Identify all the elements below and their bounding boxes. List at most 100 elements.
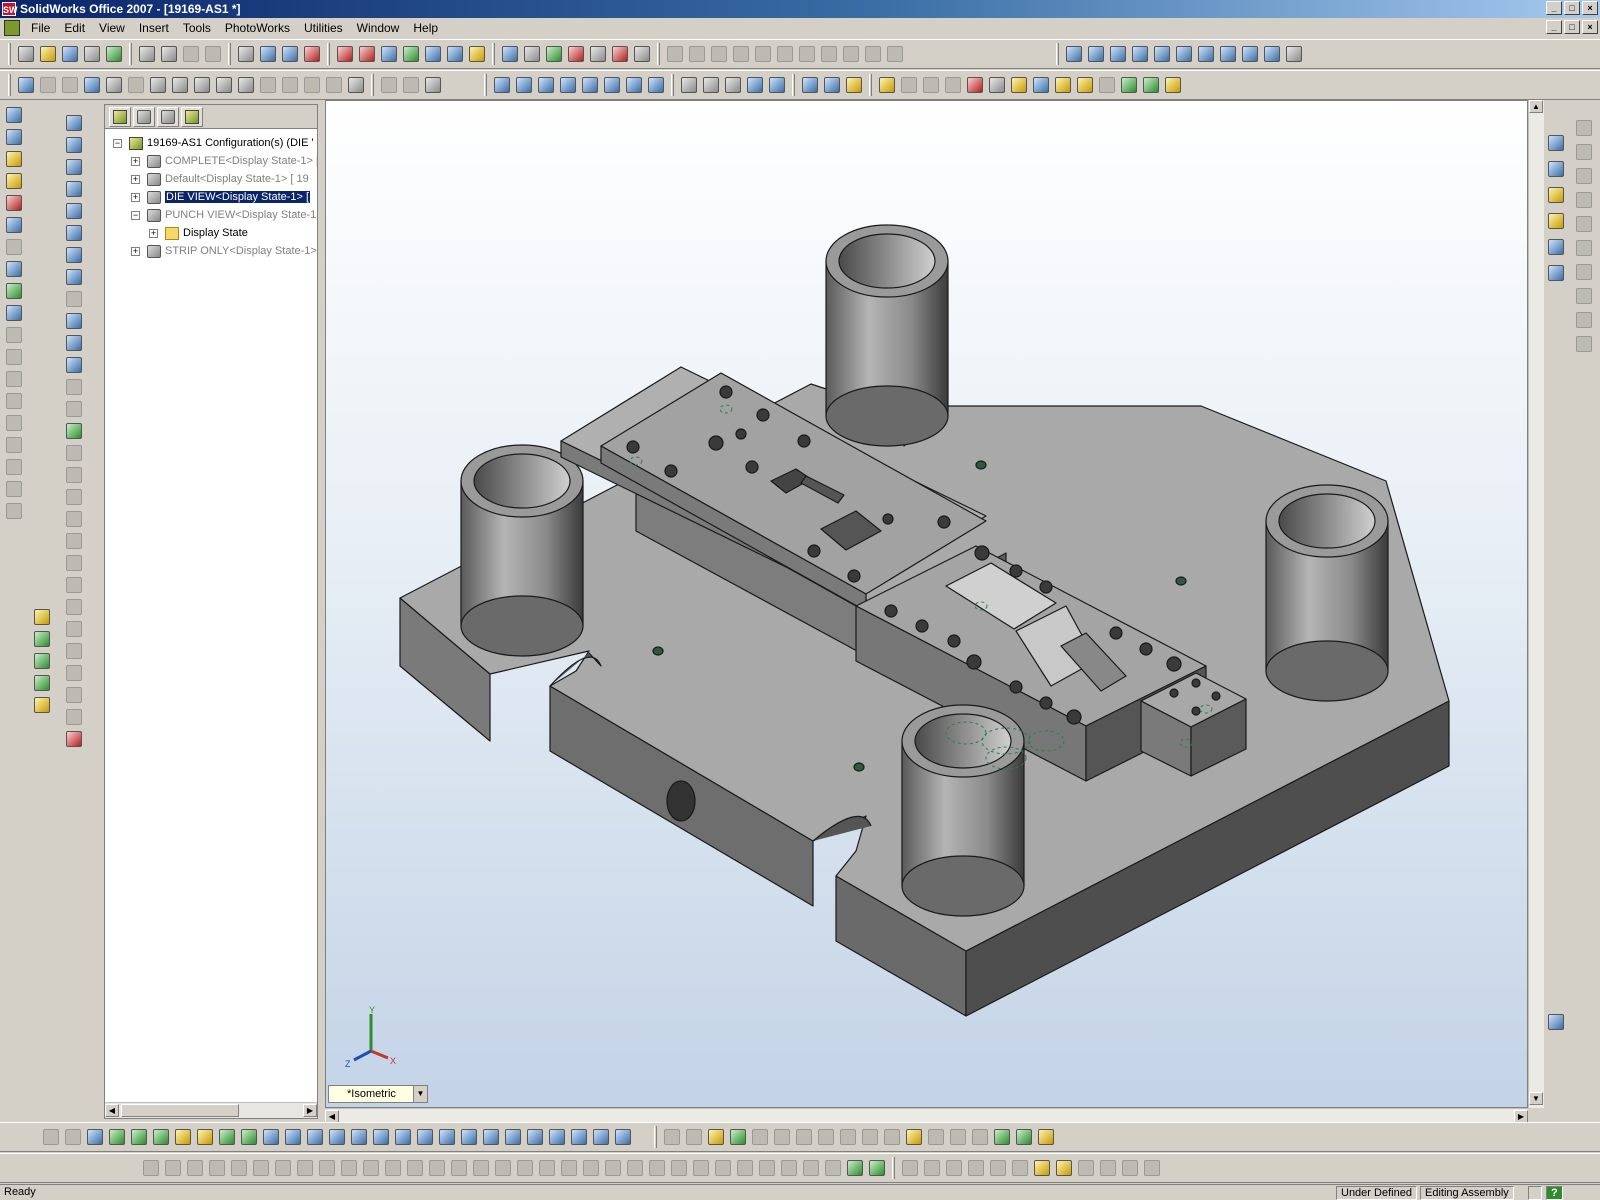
block-icon[interactable] bbox=[403, 77, 419, 93]
texture-icon[interactable] bbox=[359, 46, 375, 62]
sheetmetal-tool-icon[interactable] bbox=[561, 1160, 577, 1176]
die-set-model[interactable] bbox=[326, 101, 1528, 1108]
gtol-icon[interactable] bbox=[194, 77, 210, 93]
assembly-tool-icon[interactable] bbox=[527, 1129, 543, 1145]
mold-tool-icon[interactable] bbox=[6, 349, 22, 365]
mold-tool-icon[interactable] bbox=[6, 503, 22, 519]
mold-tool-icon[interactable] bbox=[6, 459, 22, 475]
fillet-icon[interactable] bbox=[66, 291, 82, 307]
tree-item-default[interactable]: + Default<Display State-1> [ 19 bbox=[105, 171, 317, 189]
copy-icon[interactable] bbox=[66, 599, 82, 615]
sketch-tool-icon[interactable] bbox=[689, 46, 705, 62]
tree-item-die-view[interactable]: + DIE VIEW<Display State-1> [ bbox=[105, 189, 317, 207]
weldment-tool-icon[interactable] bbox=[1078, 1160, 1094, 1176]
sheetmetal-tool-icon[interactable] bbox=[231, 1160, 247, 1176]
assembly-tool-icon[interactable] bbox=[593, 1129, 609, 1145]
close-button[interactable]: × bbox=[1582, 1, 1598, 15]
curve-tool-icon[interactable] bbox=[1576, 144, 1592, 160]
assembly-tool-icon[interactable] bbox=[1077, 77, 1093, 93]
line-icon[interactable] bbox=[34, 631, 50, 647]
sheetmetal-tool-icon[interactable] bbox=[407, 1160, 423, 1176]
assembly-tool-icon[interactable] bbox=[1143, 77, 1159, 93]
sketch-tool-icon[interactable] bbox=[865, 46, 881, 62]
sheetmetal-tool-icon[interactable] bbox=[451, 1160, 467, 1176]
assembly-tool-icon[interactable] bbox=[175, 1129, 191, 1145]
relation-icon[interactable] bbox=[66, 709, 82, 725]
file-explorer-icon[interactable] bbox=[1548, 187, 1564, 203]
curve-tool-icon[interactable] bbox=[1576, 168, 1592, 184]
print-icon[interactable] bbox=[139, 46, 155, 62]
realview-icon[interactable] bbox=[846, 77, 862, 93]
assembly-tool-icon[interactable] bbox=[1165, 77, 1181, 93]
sheetmetal-tool-icon[interactable] bbox=[781, 1160, 797, 1176]
section-view-icon[interactable] bbox=[802, 77, 818, 93]
sheetmetal-tool-icon[interactable] bbox=[759, 1160, 775, 1176]
weld-symbol-icon[interactable] bbox=[172, 77, 188, 93]
sketch-tool-icon[interactable] bbox=[799, 46, 815, 62]
relation-icon[interactable] bbox=[66, 665, 82, 681]
surface-tool-icon[interactable] bbox=[664, 1129, 680, 1145]
menu-help[interactable]: Help bbox=[406, 19, 445, 37]
tree-root[interactable]: − 19169-AS1 Configuration(s) (DIE ' bbox=[105, 135, 317, 153]
panel-horizontal-scrollbar[interactable]: ◀ ▶ bbox=[105, 1102, 317, 1118]
surface-finish-icon[interactable] bbox=[150, 77, 166, 93]
mold-tool-icon[interactable] bbox=[6, 415, 22, 431]
hole-callout-icon[interactable] bbox=[260, 77, 276, 93]
menu-tools[interactable]: Tools bbox=[176, 19, 218, 37]
assembly-tool-icon[interactable] bbox=[263, 1129, 279, 1145]
home-icon[interactable] bbox=[1548, 135, 1564, 151]
auto-balloon-icon[interactable] bbox=[128, 77, 144, 93]
curve-tool-icon[interactable] bbox=[1576, 240, 1592, 256]
toolbar-grip[interactable] bbox=[8, 74, 11, 96]
sheetmetal-tool-icon[interactable] bbox=[649, 1160, 665, 1176]
dimension-icon[interactable] bbox=[40, 77, 56, 93]
assembly-tool-icon[interactable] bbox=[417, 1129, 433, 1145]
view-orientation-dropdown[interactable]: *Isometric ▼ bbox=[328, 1085, 428, 1103]
sheetmetal-tool-icon[interactable] bbox=[187, 1160, 203, 1176]
sheetmetal-tool-icon[interactable] bbox=[693, 1160, 709, 1176]
bottom-view-icon[interactable] bbox=[1198, 46, 1214, 62]
mold-tool-icon[interactable] bbox=[6, 393, 22, 409]
assembly-tool-icon[interactable] bbox=[1121, 77, 1137, 93]
insert-component-icon[interactable] bbox=[502, 46, 518, 62]
sheetmetal-tool-icon[interactable] bbox=[143, 1160, 159, 1176]
balloon-icon[interactable] bbox=[106, 77, 122, 93]
shadows-icon[interactable] bbox=[824, 77, 840, 93]
wireframe-icon[interactable] bbox=[681, 77, 697, 93]
weldment-tool-icon[interactable] bbox=[1122, 1160, 1138, 1176]
surface-tool-icon[interactable] bbox=[884, 1129, 900, 1145]
dimetric-view-icon[interactable] bbox=[1264, 46, 1280, 62]
tab-feature-manager[interactable] bbox=[109, 106, 131, 127]
mold-tool-icon[interactable] bbox=[6, 481, 22, 497]
left-view-icon[interactable] bbox=[1132, 46, 1148, 62]
rectangle-icon[interactable] bbox=[66, 181, 82, 197]
tree-item-complete[interactable]: + COMPLETE<Display State-1> [ bbox=[105, 153, 317, 171]
properties-icon[interactable] bbox=[403, 46, 419, 62]
graphics-area[interactable]: Y X Z *Isometric ▼ bbox=[325, 100, 1528, 1108]
assembly-tool-icon[interactable] bbox=[967, 77, 983, 93]
construction-geometry-icon[interactable] bbox=[66, 423, 82, 439]
weldment-tool-icon[interactable] bbox=[968, 1160, 984, 1176]
assembly-tool-icon[interactable] bbox=[65, 1129, 81, 1145]
assembly-tool-icon[interactable] bbox=[87, 1129, 103, 1145]
three-point-arc-icon[interactable] bbox=[66, 269, 82, 285]
collapse-pane-icon[interactable] bbox=[1548, 265, 1564, 281]
print-preview-icon[interactable] bbox=[161, 46, 177, 62]
zoom-to-selection-icon[interactable] bbox=[582, 77, 598, 93]
menu-utilities[interactable]: Utilities bbox=[297, 19, 350, 37]
curve-tool-icon[interactable] bbox=[1576, 288, 1592, 304]
curve-tool-icon[interactable] bbox=[1576, 336, 1592, 352]
assembly-tool-icon[interactable] bbox=[901, 77, 917, 93]
sketch-tool-icon[interactable] bbox=[777, 46, 793, 62]
doc-close-button[interactable]: × bbox=[1582, 20, 1598, 34]
extend-icon[interactable] bbox=[66, 401, 82, 417]
centerline-icon[interactable] bbox=[381, 77, 397, 93]
sheetmetal-tool-icon[interactable] bbox=[627, 1160, 643, 1176]
normal-to-icon[interactable] bbox=[1066, 46, 1082, 62]
surface-tool-icon[interactable] bbox=[818, 1129, 834, 1145]
3d-icon[interactable] bbox=[568, 46, 584, 62]
menu-insert[interactable]: Insert bbox=[132, 19, 176, 37]
sheetmetal-tool-icon[interactable] bbox=[363, 1160, 379, 1176]
assembly-tool-icon[interactable] bbox=[241, 1129, 257, 1145]
design-library-icon[interactable] bbox=[1548, 161, 1564, 177]
